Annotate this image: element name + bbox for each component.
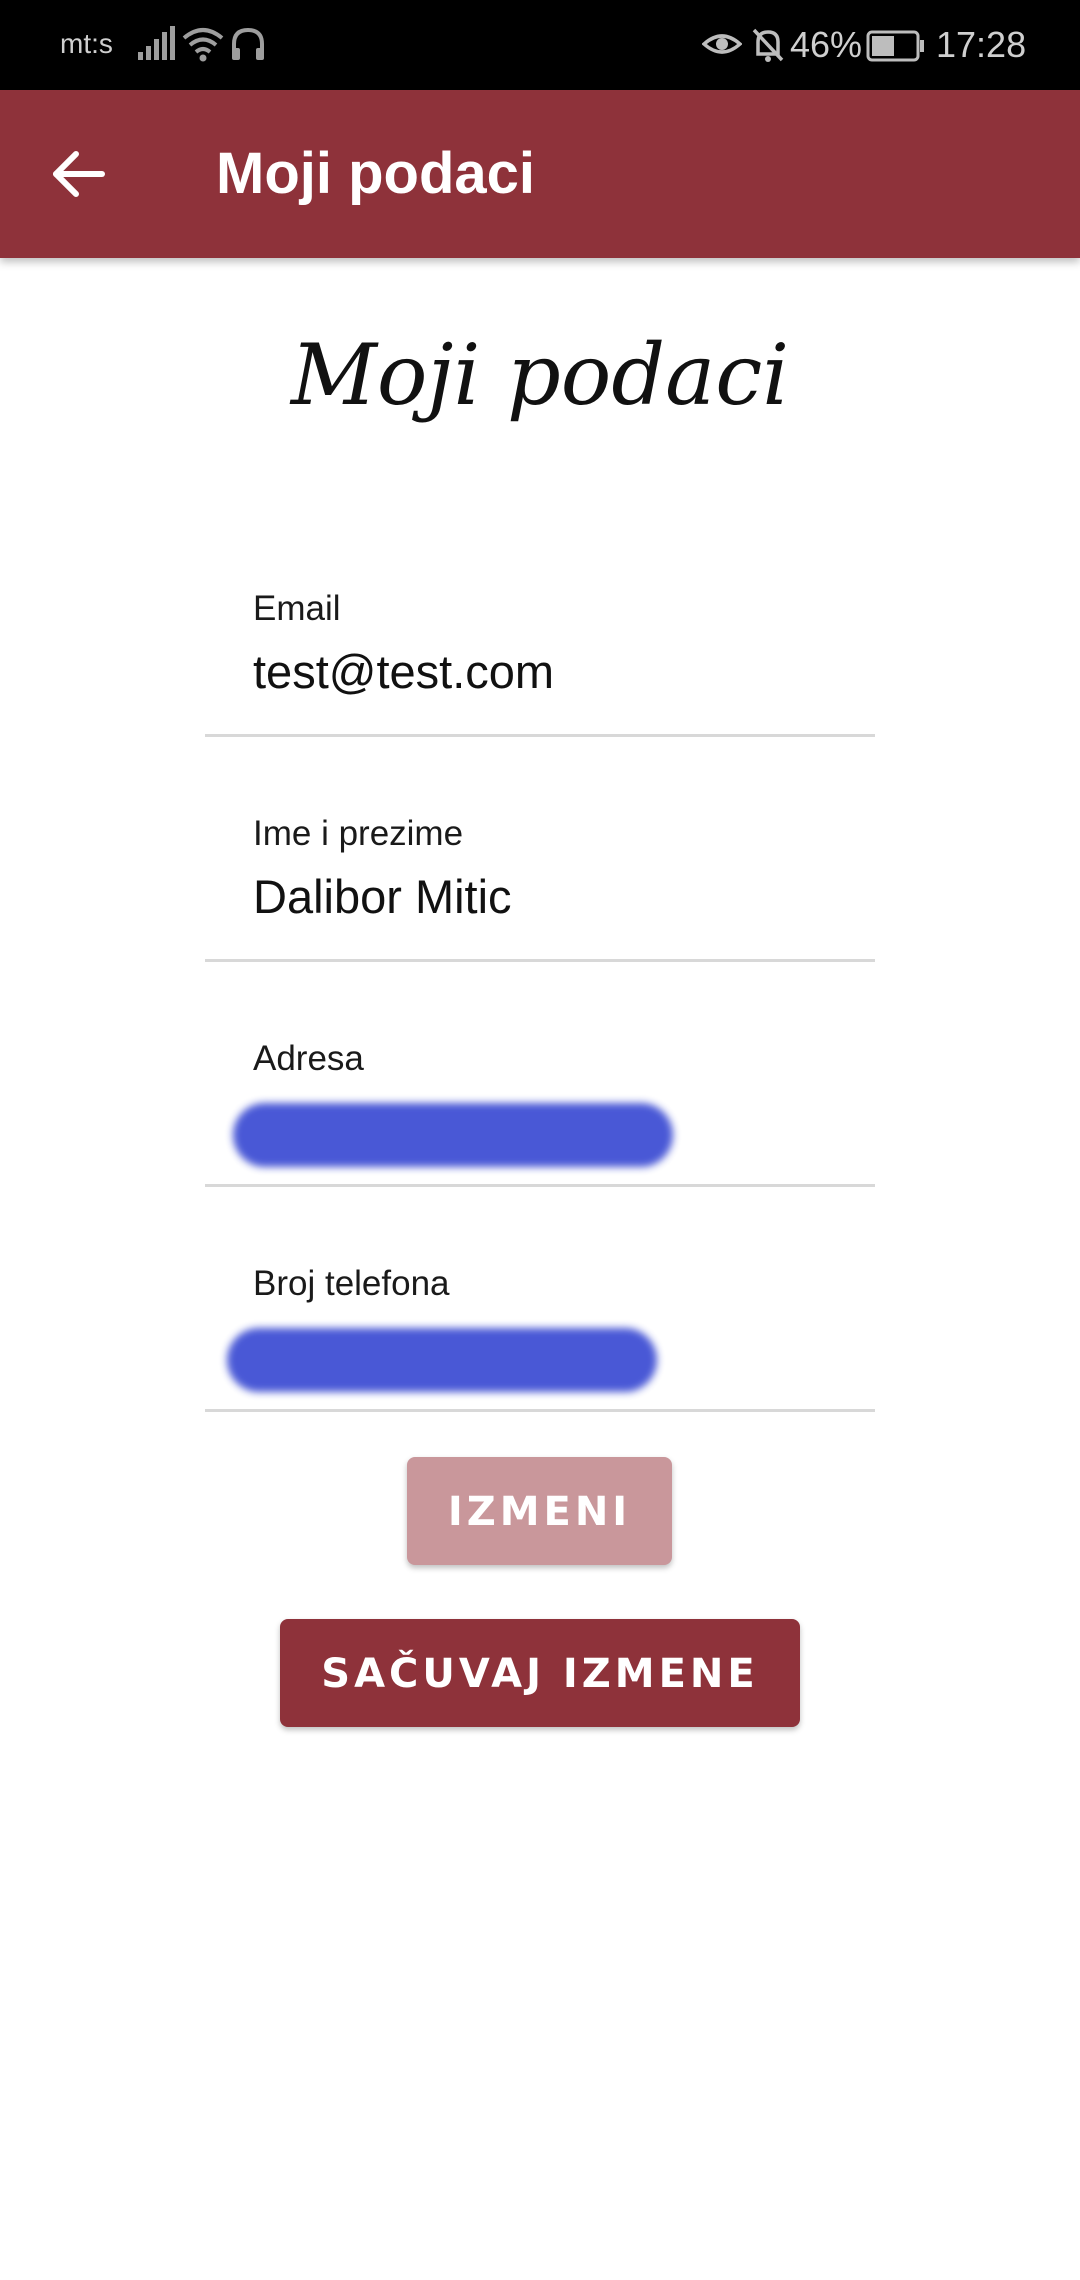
wifi-icon bbox=[182, 26, 224, 69]
battery-percent: 46% bbox=[790, 24, 863, 65]
email-field[interactable]: Email test@test.com bbox=[205, 587, 875, 737]
email-value[interactable]: test@test.com bbox=[253, 642, 554, 702]
name-value[interactable]: Dalibor Mitic bbox=[253, 867, 512, 927]
carrier-label: mt:s bbox=[60, 28, 113, 59]
status-bar: mt:s 46% 17:28 bbox=[0, 0, 1080, 90]
bell-off-icon bbox=[750, 26, 786, 69]
page-heading: Moji podaci bbox=[290, 326, 790, 424]
headset-icon bbox=[230, 26, 266, 69]
address-redaction bbox=[233, 1103, 673, 1167]
phone-redaction bbox=[227, 1328, 657, 1392]
address-field[interactable]: Adresa bbox=[205, 1037, 875, 1187]
phone-field[interactable]: Broj telefona bbox=[205, 1262, 875, 1412]
arrow-left-icon[interactable] bbox=[46, 142, 110, 206]
name-field[interactable]: Ime i prezime Dalibor Mitic bbox=[205, 812, 875, 962]
email-label: Email bbox=[253, 589, 341, 628]
save-changes-button[interactable]: SAČUVAJ IZMENE bbox=[280, 1619, 800, 1727]
address-label: Adresa bbox=[253, 1039, 364, 1078]
app-bar: Moji podaci bbox=[0, 90, 1080, 258]
name-label: Ime i prezime bbox=[253, 814, 464, 853]
app-bar-title: Moji podaci bbox=[216, 141, 535, 206]
edit-button[interactable]: IZMENI bbox=[407, 1457, 672, 1565]
clock: 17:28 bbox=[936, 24, 1027, 65]
phone-label: Broj telefona bbox=[253, 1264, 450, 1303]
eye-icon bbox=[701, 26, 743, 67]
battery-icon bbox=[866, 30, 926, 67]
signal-icon bbox=[136, 26, 176, 67]
